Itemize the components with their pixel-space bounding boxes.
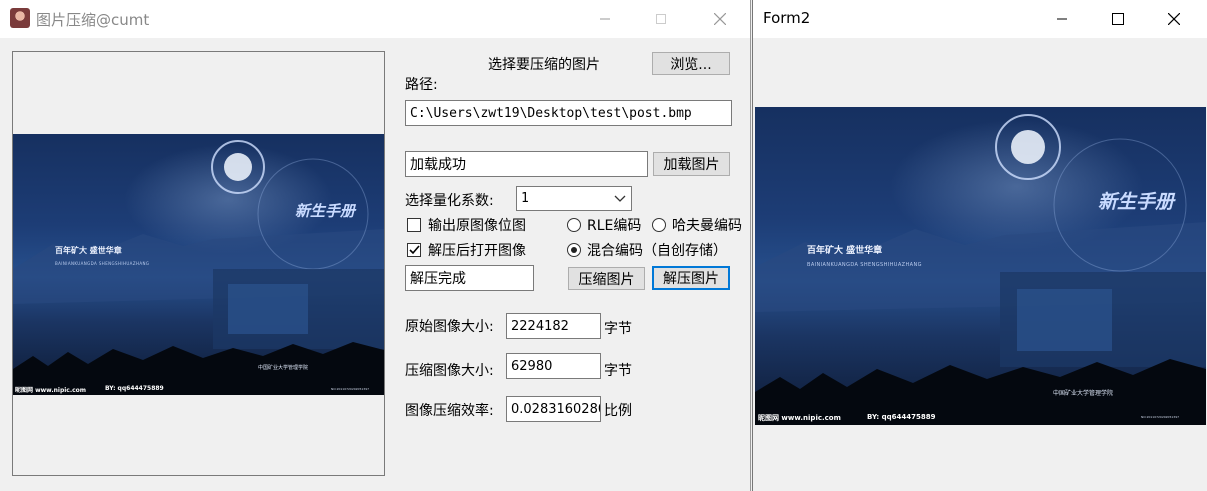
original-size-unit: 字节 — [604, 321, 632, 337]
output-original-checkbox[interactable] — [407, 218, 421, 232]
close-icon — [1168, 13, 1180, 25]
form2-title: Form2 — [763, 9, 811, 27]
compressed-size-field[interactable]: 62980 — [506, 353, 601, 379]
checkmark-icon — [409, 245, 420, 255]
main-window: 图片压缩@cumt 新生手册 百年矿大 盛世华章 BAINIANKUANGDA … — [0, 0, 751, 491]
open-after-decompress-label: 解压后打开图像 — [428, 243, 526, 259]
preview-watermark-id: BY: qq644475889 — [105, 385, 164, 392]
form2-window: Form2 新生手册 百年矿大 盛世华章 BAINIANKUANGDA SHEN… — [752, 0, 1207, 491]
open-after-decompress-checkbox[interactable] — [407, 243, 421, 257]
form2-slogan: 百年矿大 盛世华章 — [807, 246, 883, 256]
compressed-size-label: 压缩图像大小: — [405, 363, 494, 379]
preview-watermark-no: NO:20110720202051397 — [331, 387, 370, 391]
decompress-status-field[interactable]: 解压完成 — [405, 265, 534, 291]
maximize-button[interactable] — [638, 0, 684, 38]
efficiency-field[interactable]: 0.0283160280 — [506, 396, 601, 422]
browse-button[interactable]: 浏览... — [652, 52, 730, 75]
efficiency-unit: 比例 — [604, 403, 632, 419]
image-preview-box: 新生手册 百年矿大 盛世华章 BAINIANKUANGDA SHENGSHIHU… — [12, 51, 385, 476]
form2-slogan-pinyin: BAINIANKUANGDA SHENGSHIHUAZHANG — [807, 262, 922, 268]
minimize-button[interactable] — [582, 0, 628, 38]
chevron-down-icon — [614, 195, 626, 202]
quant-select-value: 1 — [521, 191, 529, 206]
huffman-label: 哈夫曼编码 — [672, 218, 742, 234]
maximize-icon — [1112, 13, 1124, 25]
preview-slogan: 百年矿大 盛世华章 — [55, 246, 122, 255]
preview-watermark-site: 昵图网 www.nipic.com — [15, 387, 87, 394]
main-titlebar: 图片压缩@cumt — [0, 0, 750, 38]
select-image-label: 选择要压缩的图片 — [488, 57, 600, 73]
close-button[interactable] — [697, 0, 743, 38]
form2-minimize-button[interactable] — [1039, 0, 1085, 38]
form2-titlebar: Form2 — [753, 0, 1207, 38]
decompress-button[interactable]: 解压图片 — [652, 266, 730, 290]
load-image-button[interactable]: 加载图片 — [653, 152, 730, 176]
output-original-label: 输出原图像位图 — [428, 218, 526, 234]
path-field[interactable]: C:\Users\zwt19\Desktop\test\post.bmp — [405, 100, 732, 126]
form2-watermark-site: 昵图网 www.nipic.com — [758, 414, 841, 422]
minimize-icon — [600, 18, 610, 20]
app-avatar-icon — [10, 8, 30, 28]
quant-label: 选择量化系数: — [405, 193, 494, 209]
maximize-icon — [656, 14, 666, 24]
form2-maximize-button[interactable] — [1095, 0, 1141, 38]
rle-label: RLE编码 — [587, 218, 642, 234]
compress-button[interactable]: 压缩图片 — [568, 267, 645, 290]
huffman-radio[interactable] — [652, 218, 666, 232]
form2-college: 中国矿业大学管理学院 — [1053, 390, 1114, 397]
minimize-icon — [1057, 18, 1067, 20]
original-size-field[interactable]: 2224182 — [506, 313, 601, 339]
form2-watermark-no: NO:20110720202051397 — [1141, 415, 1180, 419]
compressed-size-unit: 字节 — [604, 363, 632, 379]
main-window-title: 图片压缩@cumt — [36, 11, 150, 29]
form2-image: 新生手册 百年矿大 盛世华章 BAINIANKUANGDA SHENGSHIHU… — [755, 107, 1206, 425]
preview-college: 中国矿业大学管理学院 — [258, 365, 309, 371]
preview-calligraphy: 新生手册 — [295, 202, 356, 220]
path-label: 路径: — [405, 77, 438, 93]
hybrid-radio[interactable] — [567, 243, 581, 257]
original-size-label: 原始图像大小: — [405, 319, 494, 335]
close-icon — [714, 13, 726, 25]
efficiency-label: 图像压缩效率: — [405, 403, 494, 419]
hybrid-label: 混合编码（自创存储） — [587, 243, 727, 259]
form2-close-button[interactable] — [1151, 0, 1197, 38]
form2-watermark-id: BY: qq644475889 — [867, 413, 936, 421]
quant-select[interactable]: 1 — [516, 186, 632, 211]
load-status-field[interactable]: 加载成功 — [405, 151, 648, 177]
rle-radio[interactable] — [567, 218, 581, 232]
preview-slogan-pinyin: BAINIANKUANGDA SHENGSHIHUAZHANG — [55, 261, 150, 266]
preview-image: 新生手册 百年矿大 盛世华章 BAINIANKUANGDA SHENGSHIHU… — [13, 134, 384, 395]
form2-calligraphy: 新生手册 — [1098, 191, 1175, 213]
